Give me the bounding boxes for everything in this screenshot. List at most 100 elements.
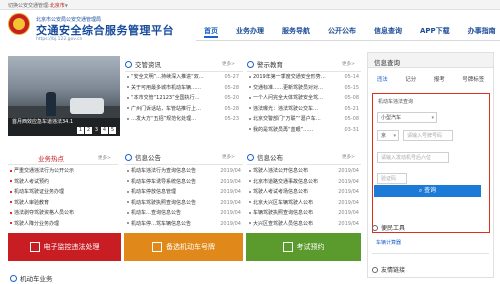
list-item-title[interactable]: 机动车违法行为查询信息公告: [127, 166, 196, 177]
list-item[interactable]: “本市交管“12123”全国执行… 05-20: [127, 93, 239, 104]
list-item[interactable]: …发大方“五招”规范化处理… 05-23: [127, 114, 239, 125]
list-item[interactable]: 机动车驾驶证业务办理: [10, 187, 116, 198]
hot-more-link[interactable]: 更多>: [98, 155, 111, 161]
list-item-title[interactable]: 大兴区查驾驶人员信息公布: [249, 219, 313, 230]
province-select[interactable]: 京 ▾: [377, 130, 399, 141]
list-item-title[interactable]: 违法剥夺驾驶资格人员公布: [10, 208, 74, 219]
carousel-dot[interactable]: 2: [85, 127, 92, 134]
list-item-title[interactable]: 严重交通违法行为公开公示: [10, 166, 74, 177]
info-more-link[interactable]: 更多>: [222, 154, 235, 160]
list-item[interactable]: 我的是驾驶员再“蓝眼”…… 03-31: [249, 125, 359, 136]
list-item-title[interactable]: 违法曝光：违法驾驶公交车…: [249, 104, 318, 115]
list-item[interactable]: 北京交警部门“万联”“葛户车… 05-08: [249, 114, 359, 125]
list-item-title[interactable]: 关于可用最多城市机动车辆……: [127, 83, 201, 94]
list-item-title[interactable]: 一个人问完全大体驾驶安全驾…: [249, 93, 323, 104]
list-item[interactable]: “安全文明”…持续深入推进“双… 05-27: [127, 72, 239, 83]
chevron-down-icon[interactable]: ▼: [65, 3, 68, 8]
tab-exam[interactable]: 报考: [434, 75, 445, 87]
list-item-title[interactable]: 北京市道路交通事故信息公布: [249, 177, 318, 188]
list-item[interactable]: 大兴区查驾驶人员信息公布 2019/04: [249, 219, 359, 230]
list-item-title[interactable]: 机动车…查询信息公告: [127, 208, 181, 219]
list-item[interactable]: 驾驶人违法公开信息公布 2019/04: [249, 166, 359, 177]
list-item-title[interactable]: …发大方“五招”规范化处理…: [127, 114, 196, 125]
list-item-title[interactable]: “本市交管“12123”全国执行…: [127, 93, 200, 104]
list-item[interactable]: 违法剥夺驾驶资格人员公布: [10, 208, 116, 219]
list-item[interactable]: 车辆驾驶执照查询信息公布 2019/04: [249, 208, 359, 219]
list-item-title[interactable]: 交通标准……更新驾驶员对对…: [249, 83, 323, 94]
list-item-title[interactable]: 2019年第一季度交通安全形势…: [249, 72, 326, 83]
list-item[interactable]: 2019年第一季度交通安全形势… 05-14: [249, 72, 359, 83]
list-item-title[interactable]: 我的是驾驶员再“蓝眼”……: [249, 125, 313, 136]
carousel-dot-active[interactable]: 3: [93, 127, 100, 134]
carousel-dot[interactable]: 5: [109, 127, 116, 134]
list-item-title[interactable]: 北京大兴区车辆驾驶人公布: [249, 198, 313, 209]
carousel-caption[interactable]: 首月西效应急车道违法34.1: [12, 118, 73, 125]
nav-app[interactable]: APP下载: [420, 24, 450, 38]
list-item-title[interactable]: “安全文明”…持续深入推进“双…: [127, 72, 204, 83]
nav-public[interactable]: 公开公布: [328, 24, 356, 38]
e-monitor-banner[interactable]: 电子监控违法处理: [8, 233, 121, 261]
list-item[interactable]: 机动车停放信息管理 2019/04: [127, 187, 241, 198]
engine-number-input[interactable]: 请输入发动机号后六位: [377, 152, 449, 163]
list-item[interactable]: 机动车…查询信息公告 2019/04: [127, 208, 241, 219]
query-button[interactable]: ⌕ 查询: [374, 185, 481, 197]
list-item-title[interactable]: 驾驶人审验教育: [10, 198, 49, 209]
list-item-title[interactable]: 机动车驾驶执照查询信息公告: [127, 198, 196, 209]
nav-home[interactable]: 首页: [204, 24, 218, 38]
city-selector[interactable]: 北京市: [50, 3, 65, 9]
tab-points[interactable]: 记分: [405, 75, 416, 87]
list-item-title[interactable]: 机动车停…驾车辆信息公告: [127, 219, 191, 230]
list-item-title[interactable]: 机动车驾驶证业务办理: [10, 187, 64, 198]
list-item[interactable]: 驾驶人考试预约: [10, 177, 116, 188]
list-item[interactable]: 违法曝光：违法驾驶公交车… 05-21: [249, 104, 359, 115]
document-icon: [247, 153, 254, 161]
list-item-title[interactable]: 驾驶人违法公开信息公布: [249, 166, 308, 177]
query-tabs: 违法 记分 报考 号牌标签: [368, 75, 493, 87]
list-item[interactable]: 一个人问完全大体驾驶安全驾… 05-08: [249, 93, 359, 104]
plate-number-input[interactable]: 请输入号牌号码: [403, 130, 453, 141]
nav-business[interactable]: 业务办理: [236, 24, 264, 38]
list-item[interactable]: 机动车停车诱导系统信息公告 2019/04: [127, 177, 241, 188]
carousel-dot[interactable]: 4: [101, 127, 108, 134]
list-item[interactable]: 北京市道路交通事故信息公布 2019/04: [249, 177, 359, 188]
vehicle-type-select[interactable]: 小型汽车 ▾: [377, 112, 437, 123]
list-item-title[interactable]: 驾驶人考试预约: [10, 177, 49, 188]
list-item[interactable]: 机动车驾驶执照查询信息公告 2019/04: [127, 198, 241, 209]
list-item-title[interactable]: 广州门诉话站，车管站推行上…: [127, 104, 201, 115]
nav-query[interactable]: 信息查询: [374, 24, 402, 38]
publish-more-link[interactable]: 更多>: [342, 154, 355, 160]
list-item-title[interactable]: 机动车停车诱导系统信息公告: [127, 177, 196, 188]
list-item[interactable]: 交通标准……更新驾驶员对对… 05-15: [249, 83, 359, 94]
list-item[interactable]: 驾驶人降分业务办理: [10, 219, 116, 230]
list-item-title[interactable]: 驾驶人降分业务办理: [10, 219, 59, 230]
exam-booking-banner[interactable]: 考试预约: [246, 233, 361, 261]
nav-guide[interactable]: 办事指南: [468, 24, 496, 38]
list-item[interactable]: 严重交通违法行为公开公示: [10, 166, 116, 177]
list-item[interactable]: 机动车违法行为查询信息公告 2019/04: [127, 166, 241, 177]
list-item-date: 2019/04: [338, 189, 359, 195]
plate-selection-banner[interactable]: 备选机动车号牌: [124, 233, 243, 261]
site-title[interactable]: 交通安全综合服务管理平台: [36, 22, 174, 38]
list-item[interactable]: 驾驶人审验教育: [10, 198, 116, 209]
chevron-down-icon: ▾: [431, 115, 434, 121]
list-item[interactable]: 机动车停…驾车辆信息公告 2019/04: [127, 219, 241, 230]
list-item-title[interactable]: 车辆驾驶执照查询信息公布: [249, 208, 313, 219]
list-item[interactable]: 关于可用最多城市机动车辆…… 05-28: [127, 83, 239, 94]
car-calculator-link[interactable]: 车辆计算器: [376, 239, 401, 246]
list-item-title[interactable]: 机动车停放信息管理: [127, 187, 176, 198]
list-item[interactable]: 北京大兴区车辆驾驶人公布 2019/04: [249, 198, 359, 209]
warning-more-link[interactable]: 更多>: [342, 61, 355, 67]
news-more-link[interactable]: 更多>: [222, 61, 235, 67]
news-carousel[interactable]: 首月西效应急车道违法34.1 1 2 3 4 5: [8, 56, 120, 136]
list-item[interactable]: 驾驶人考试考场信息公布 2019/04: [249, 187, 359, 198]
list-item[interactable]: 广州门诉话站，车管站推行上… 05-28: [127, 104, 239, 115]
list-item-date: 05-08: [344, 95, 359, 101]
captcha-input[interactable]: 验证码: [377, 173, 407, 184]
tab-plate-label[interactable]: 号牌标签: [462, 75, 484, 87]
list-item-title[interactable]: 驾驶人考试考场信息公布: [249, 187, 308, 198]
friendly-links-title: 友情链接: [372, 265, 405, 274]
nav-service[interactable]: 服务导航: [282, 24, 310, 38]
carousel-dot[interactable]: 1: [77, 127, 84, 134]
list-item-title[interactable]: 北京交警部门“万联”“葛户车…: [249, 114, 321, 125]
tab-violation[interactable]: 违法: [377, 75, 388, 87]
